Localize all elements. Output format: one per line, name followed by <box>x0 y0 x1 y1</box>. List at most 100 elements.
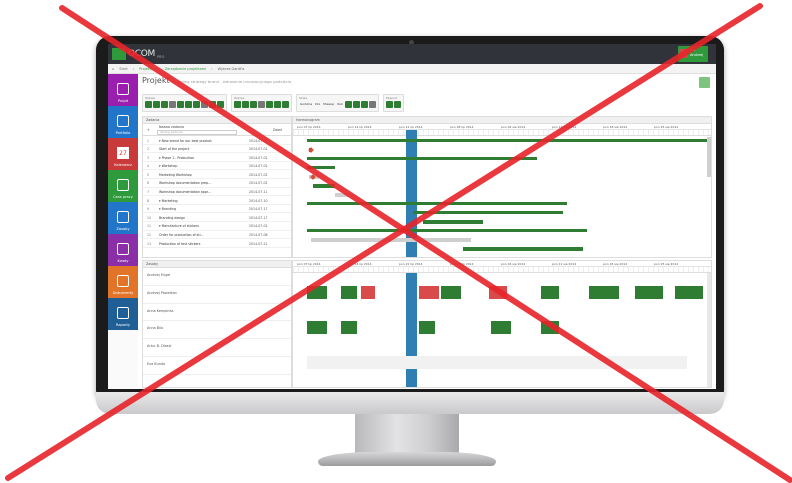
resource-row[interactable]: Artur B. Dłaski <box>143 339 291 357</box>
sidebar-item-5[interactable]: Kwoty <box>108 234 138 266</box>
week-label: pon 11 sie 2014 <box>552 261 577 266</box>
task-bar[interactable] <box>307 166 335 169</box>
sidebar-item-3[interactable]: Czas pracy <box>108 170 138 202</box>
task-search-input[interactable]: Szukaj zadania <box>157 130 237 135</box>
toolbar-button[interactable] <box>201 101 208 108</box>
toolbar-button[interactable] <box>360 101 368 108</box>
task-number: 13 <box>147 241 152 246</box>
sidebar-item-1[interactable]: Portfolio <box>108 106 138 138</box>
table-row[interactable]: 13 Production of test stickers 2014-07-21 <box>143 239 291 248</box>
resource-load-block <box>541 321 559 334</box>
settings-button[interactable] <box>699 77 710 88</box>
week-label: pon 25 sie 2014 <box>654 124 679 129</box>
resource-row[interactable]: Anna Kempinka <box>143 304 291 322</box>
resource-row[interactable]: Eva Bundo <box>143 357 291 375</box>
toolbar-button[interactable] <box>153 101 160 108</box>
resource-scrollbar[interactable] <box>707 273 711 387</box>
app-logo[interactable]: OCOM PRO <box>112 46 172 62</box>
logo-mark-icon <box>112 48 126 60</box>
task-bar[interactable] <box>307 202 567 205</box>
table-row[interactable]: 6 Workshop documentation prep... 2014-07-0… <box>143 179 291 188</box>
toolbar-button[interactable] <box>193 101 200 108</box>
breadcrumb-current: Wykres Gantt'a <box>217 66 245 71</box>
resource-load-block <box>307 321 327 334</box>
toolbar-button[interactable] <box>234 101 241 108</box>
toolbar-button[interactable] <box>393 101 401 108</box>
breadcrumb-start[interactable]: Start <box>119 67 128 71</box>
resource-row[interactable]: Andrzej Engel <box>143 268 291 286</box>
calendar-icon: 27 <box>117 147 129 159</box>
table-row[interactable]: 4 ▾ Workshop 2014-07-02 <box>143 162 291 171</box>
sidebar-item-label: Czas pracy <box>113 195 133 199</box>
table-row[interactable]: 10 Branding design 2014-07-17 <box>143 213 291 222</box>
task-bar[interactable] <box>335 193 349 197</box>
sidebar-item-label: Portfolio <box>115 131 131 135</box>
table-row[interactable]: 5 Marketing Workshop 2014-07-02 <box>143 170 291 179</box>
sidebar-item-0[interactable]: Pulpit <box>108 74 138 106</box>
toolbar-button[interactable] <box>250 101 257 108</box>
toolbar-button[interactable] <box>161 101 168 108</box>
table-row[interactable]: 2 Start of the project 2014-07-01 <box>143 145 291 154</box>
task-table: Zadania + Nazwa zadania Szukaj zadania D… <box>142 116 292 258</box>
scale-option[interactable]: Rok <box>336 101 344 108</box>
table-row[interactable]: 1 ▾ New brand for our best product 2014-07… <box>143 136 291 145</box>
user-menu[interactable]: Jan Andrzej <box>678 46 708 62</box>
table-row[interactable]: 7 Workshop documentation appr... 2014-07-1… <box>143 188 291 197</box>
toolbar-button[interactable] <box>368 101 376 108</box>
task-bar[interactable] <box>413 211 563 214</box>
resource-row[interactable]: Anna Bilo <box>143 321 291 340</box>
breadcrumb-management[interactable]: Zarządzanie projektami <box>165 67 206 71</box>
toolbar-button[interactable] <box>169 101 176 108</box>
sidebar-item-6[interactable]: Dokumenty <box>108 266 138 298</box>
toolbar-button[interactable] <box>177 101 184 108</box>
task-bar[interactable] <box>307 139 707 142</box>
main-content: Projekt branding strategy brand - wdroże… <box>140 74 716 389</box>
toolbar-button[interactable] <box>274 101 281 108</box>
task-bar[interactable] <box>423 220 483 224</box>
page-header: Projekt branding strategy brand - wdroże… <box>142 76 291 90</box>
breadcrumb-projects[interactable]: Projekty <box>139 67 153 71</box>
toolbar-button[interactable] <box>185 101 192 108</box>
task-name: ▾ New brand for our best product <box>159 138 212 143</box>
page-subtitle: branding strategy brand - wdrożenie inno… <box>172 79 292 84</box>
task-table-header: + Nazwa zadania Szukaj zadania Dzień <box>143 124 291 136</box>
toolbar-button[interactable] <box>242 101 249 108</box>
sidebar-item-7[interactable]: Raporty <box>108 298 138 330</box>
sidebar-item-4[interactable]: Zasoby <box>108 202 138 234</box>
task-start-date: 2014-07-17 <box>249 215 268 220</box>
add-task-icon[interactable]: + <box>147 128 150 132</box>
table-row[interactable]: 8 ▾ Marketing 2014-07-10 <box>143 196 291 205</box>
toolbar-button-row <box>234 101 289 108</box>
table-row[interactable]: 3 ▾ Phase 1 - Production 2014-07-02 <box>143 153 291 162</box>
scale-option[interactable]: Miesiąc <box>322 101 335 108</box>
toolbar-button[interactable] <box>209 101 216 108</box>
stage: OCOM PRO Jan Andrzej ⌂ Start › Projekty … <box>0 0 792 483</box>
table-row[interactable]: 11 ▾ Manufacture of stickers 2014-07-02 <box>143 222 291 231</box>
toolbar-button[interactable] <box>344 101 352 108</box>
gantt-day-header <box>293 130 711 136</box>
task-bar[interactable] <box>463 247 583 251</box>
toolbar-button[interactable] <box>258 101 265 108</box>
toolbar-button-row <box>145 101 224 108</box>
sidebar-item-2[interactable]: 27 Kalendarz <box>108 138 138 170</box>
gantt-scrollbar[interactable] <box>707 137 711 177</box>
task-name: Marketing Workshop <box>159 172 192 177</box>
toolbar-button[interactable] <box>352 101 360 108</box>
toolbar-button[interactable] <box>145 101 152 108</box>
week-label: pon 28 lip 2014 <box>450 261 474 266</box>
resource-row[interactable]: Andrzej Pawelkan <box>143 286 291 304</box>
scale-option[interactable]: Godzina <box>299 101 313 108</box>
toolbar-button[interactable] <box>217 101 224 108</box>
toolbar-button[interactable] <box>282 101 289 108</box>
task-bar[interactable] <box>311 238 471 242</box>
toolbar-button[interactable] <box>385 101 393 108</box>
user-icon <box>117 211 129 223</box>
task-bar[interactable] <box>313 184 335 188</box>
task-bar[interactable] <box>307 157 537 160</box>
scale-option[interactable]: Dni <box>314 101 321 108</box>
task-bar[interactable] <box>307 229 587 232</box>
toolbar-button[interactable] <box>266 101 273 108</box>
home-icon[interactable]: ⌂ <box>112 67 114 71</box>
table-row[interactable]: 9 ▾ Branding 2014-07-17 <box>143 205 291 214</box>
table-row[interactable]: 12 Order for production of sti... 2014-07-… <box>143 231 291 240</box>
